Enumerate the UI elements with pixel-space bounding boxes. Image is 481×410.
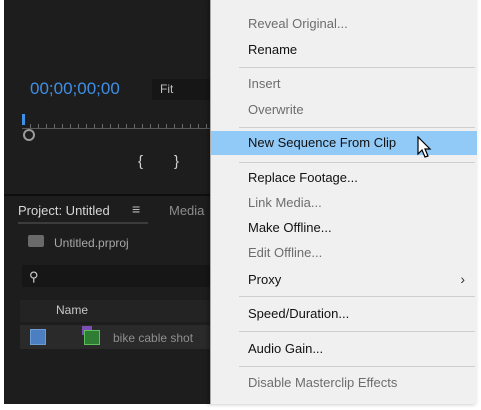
folder-icon [28,235,44,247]
menu-item-disable-masterclip-effects[interactable]: Disable Masterclip Effects [211,371,477,395]
menu-item-overwrite[interactable]: Overwrite [211,98,477,122]
menu-item-proxy[interactable]: Proxy › [211,268,477,292]
list-item[interactable]: bike cable shot [20,325,240,349]
ruler-tick [206,124,207,128]
ruler-tick [62,124,63,128]
tab-project[interactable]: Project: Untitled [18,203,110,218]
time-ruler[interactable] [22,121,222,129]
menu-item-new-sequence-from-clip[interactable]: New Sequence From Clip [211,131,477,155]
menu-item-rename[interactable]: Rename [211,38,477,62]
menu-item-make-offline[interactable]: Make Offline... [211,216,477,240]
ruler-tick [134,124,135,128]
ruler-tick [174,124,175,128]
column-header: Name [20,300,240,322]
menu-item-label: Reveal Original... [248,16,348,31]
menu-item-label: New Sequence From Clip [248,135,397,150]
ruler-tick [150,124,151,128]
menu-item-label: Disable Masterclip Effects [248,375,398,390]
ruler-tick [118,124,119,128]
menu-item-label: Rename [248,42,298,57]
zoom-handle[interactable] [23,129,35,141]
menu-item-insert[interactable]: Insert [211,72,477,96]
project-file-name: Untitled.prproj [54,236,129,250]
chevron-right-icon: › [460,271,465,287]
menu-item-replace-footage[interactable]: Replace Footage... [211,166,477,190]
ruler-tick [86,124,87,128]
menu-item-label: Link Media... [248,195,322,210]
ruler-line [22,128,222,129]
tab-media-browser[interactable]: Media [169,203,204,218]
search-input[interactable]: ⚲ [22,265,222,287]
menu-separator [239,127,475,128]
menu-item-label: Audio Gain... [248,341,324,356]
context-menu: Reveal Original... Rename Insert Overwri… [210,0,477,404]
menu-item-label: Speed/Duration... [248,306,350,321]
ruler-tick [94,124,95,128]
ruler-tick [46,124,47,128]
menu-separator [239,366,475,367]
ruler-tick [190,124,191,128]
menu-item-label: Replace Footage... [248,170,358,185]
menu-item-label: Overwrite [248,102,304,117]
mark-in-button[interactable]: { [138,153,143,170]
ruler-tick [70,124,71,128]
ruler-tick [30,124,31,128]
ruler-tick [102,124,103,128]
ruler-tick [166,124,167,128]
menu-item-audio-gain[interactable]: Audio Gain... [211,337,477,361]
menu-item-label: Proxy [248,272,282,287]
menu-item-label: Edit Offline... [248,245,323,260]
ruler-tick [142,124,143,128]
menu-separator [239,67,475,68]
ruler-tick [78,124,79,128]
ruler-tick [126,124,127,128]
mark-out-button[interactable]: } [174,153,179,170]
menu-item-speed-duration[interactable]: Speed/Duration... [211,302,477,326]
search-icon: ⚲ [29,269,39,284]
zoom-level-value: Fit [160,82,174,96]
ruler-tick [38,124,39,128]
column-name-header[interactable]: Name [56,303,88,317]
panel-menu-icon[interactable]: ≡ [132,201,140,217]
menu-item-edit-offline[interactable]: Edit Offline... [211,241,477,265]
mouse-cursor-icon [417,136,432,158]
clip-name: bike cable shot [113,331,194,345]
menu-item-label: Insert [248,76,281,91]
label-color-swatch[interactable] [30,329,46,345]
ruler-tick [158,124,159,128]
menu-item-label: Make Offline... [248,220,332,235]
ruler-tick [54,124,55,128]
ruler-tick [182,124,183,128]
menu-item-link-media[interactable]: Link Media... [211,191,477,215]
menu-separator [239,296,475,297]
menu-separator [239,331,475,332]
ruler-tick [110,124,111,128]
menu-item-reveal-original[interactable]: Reveal Original... [211,12,477,36]
playhead-timecode[interactable]: 00;00;00;00 [30,79,120,99]
clip-icon [84,330,100,345]
menu-separator [239,162,475,163]
ruler-tick [198,124,199,128]
active-tab-indicator [18,222,148,224]
